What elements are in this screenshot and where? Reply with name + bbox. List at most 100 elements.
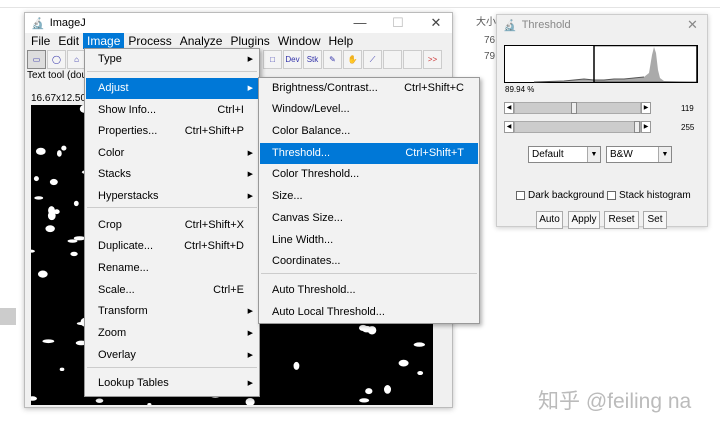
menu-item-label: Color (98, 147, 125, 159)
menu-separator (261, 273, 477, 274)
menu-item-stacks[interactable]: Stacks ▶ (86, 164, 258, 185)
max-threshold-value: 255 (681, 123, 695, 132)
dev-button[interactable]: Dev (283, 49, 302, 69)
menu-analyze[interactable]: Analyze (176, 33, 227, 49)
dropper-icon[interactable]: ⟋ (363, 49, 382, 69)
menu-item-color-balance[interactable]: Color Balance... (260, 121, 478, 142)
min-left-arrow[interactable]: ◀ (504, 102, 514, 114)
menu-process[interactable]: Process (124, 33, 175, 49)
max-left-arrow[interactable]: ◀ (504, 121, 514, 133)
shortcut-label: Ctrl+I (217, 104, 244, 116)
shortcut-label: Ctrl+Shift+T (405, 147, 464, 159)
checkbox-icon (516, 191, 525, 200)
menu-item-adjust[interactable]: Adjust ▶ (86, 78, 258, 99)
chevron-down-icon: ▼ (658, 147, 671, 162)
brush-icon[interactable]: ✎ (323, 49, 342, 69)
chevron-right-icon: ▶ (247, 150, 253, 157)
apply-button[interactable]: Apply (568, 211, 600, 229)
dark-background-checkbox[interactable]: Dark background (516, 190, 604, 201)
empty-tool[interactable] (383, 49, 402, 69)
menu-item-show-info[interactable]: Show Info... Ctrl+I (86, 100, 258, 121)
threshold-title-bar: 🔬 Threshold (503, 19, 571, 32)
cell-blob (56, 150, 62, 157)
menu-item-overlay[interactable]: Overlay ▶ (86, 345, 258, 366)
menu-item-transform[interactable]: Transform ▶ (86, 301, 258, 322)
title-bar: 🔬 ImageJ — ☐ ✕ (25, 13, 452, 33)
max-right-arrow[interactable]: ▶ (641, 121, 651, 133)
shortcut-label: Ctrl+E (213, 284, 244, 296)
image-menu: Type ▶ Adjust ▶ Show Info... Ctrl+I Properties… (84, 48, 260, 397)
cell-blob (45, 225, 55, 233)
menu-item-label: Scale... (98, 284, 135, 296)
hand-icon[interactable]: ✋ (343, 49, 362, 69)
close-button[interactable]: ✕ (421, 15, 451, 31)
menu-item-auto-threshold[interactable]: Auto Threshold... (260, 280, 478, 301)
oval-tool-icon[interactable]: ◯ (47, 49, 66, 69)
menu-item-label: Canvas Size... (272, 212, 343, 224)
menu-item-brightness-contrast[interactable]: Brightness/Contrast... Ctrl+Shift+C (260, 78, 478, 99)
threshold-window: 🔬 Threshold ✕ 89.94 % ◀ ▶ 119 ◀ ▶ 255 De… (496, 14, 708, 229)
microscope-icon: 🔬 (503, 20, 517, 32)
maximize-button[interactable]: ☐ (383, 15, 413, 31)
menu-plugins[interactable]: Plugins (226, 33, 273, 49)
menu-item-line-width[interactable]: Line Width... (260, 230, 478, 251)
adjust-submenu: Brightness/Contrast... Ctrl+Shift+C Window… (258, 77, 480, 324)
menu-item-label: Color Threshold... (272, 168, 360, 180)
divider (0, 7, 720, 8)
menu-item-label: Threshold... (272, 147, 331, 159)
cell-blob (35, 147, 46, 155)
menu-item-window-level[interactable]: Window/Level... (260, 99, 478, 120)
menu-item-rename[interactable]: Rename... (86, 258, 258, 279)
menu-item-coordinates[interactable]: Coordinates... (260, 251, 478, 272)
menu-separator (87, 367, 257, 368)
reset-button[interactable]: Reset (604, 211, 639, 229)
watermark: 知乎 @feiling na (538, 390, 692, 413)
auto-button[interactable]: Auto (536, 211, 563, 229)
menu-item-label: Rename... (98, 262, 149, 274)
cell-blob (398, 359, 409, 367)
menu-help[interactable]: Help (325, 33, 358, 49)
stack-histogram-checkbox[interactable]: Stack histogram (607, 190, 691, 201)
menu-item-duplicate[interactable]: Duplicate... Ctrl+Shift+D (86, 236, 258, 257)
menu-item-zoom[interactable]: Zoom ▶ (86, 323, 258, 344)
menu-item-canvas-size[interactable]: Canvas Size... (260, 208, 478, 229)
close-button[interactable]: ✕ (687, 17, 698, 33)
cell-blob (49, 178, 58, 186)
menu-item-size[interactable]: Size... (260, 186, 478, 207)
stk-button[interactable]: Stk (303, 49, 322, 69)
color-picker-icon[interactable]: □ (263, 49, 282, 69)
cell-blob (359, 398, 370, 403)
menu-bar: File Edit Image Process Analyze Plugins … (25, 33, 452, 49)
column-header: 大小 (476, 17, 496, 28)
display-select[interactable]: B&W ▼ (606, 146, 672, 163)
menu-item-threshold[interactable]: Threshold... Ctrl+Shift+T (260, 143, 478, 164)
menu-item-label: Type (98, 53, 122, 65)
method-select[interactable]: Default ▼ (528, 146, 601, 163)
menu-item-properties[interactable]: Properties... Ctrl+Shift+P (86, 121, 258, 142)
menu-item-label: Transform (98, 305, 148, 317)
minimize-button[interactable]: — (345, 15, 375, 31)
min-threshold-slider[interactable] (514, 102, 641, 114)
menu-edit[interactable]: Edit (54, 33, 83, 49)
menu-item-hyperstacks[interactable]: Hyperstacks ▶ (86, 186, 258, 207)
cell-blob (67, 239, 78, 243)
menu-item-color-threshold[interactable]: Color Threshold... (260, 164, 478, 185)
menu-item-auto-local-threshold[interactable]: Auto Local Threshold... (260, 302, 478, 323)
menu-item-type[interactable]: Type ▶ (86, 49, 258, 70)
menu-item-crop[interactable]: Crop Ctrl+Shift+X (86, 215, 258, 236)
cell-blob (383, 385, 392, 394)
max-threshold-slider[interactable] (514, 121, 641, 133)
more-tools-button[interactable]: >> (423, 49, 442, 69)
set-button[interactable]: Set (643, 211, 667, 229)
menu-window[interactable]: Window (274, 33, 325, 49)
empty-tool[interactable] (403, 49, 422, 69)
menu-item-label: Adjust (98, 82, 129, 94)
menu-item-color[interactable]: Color ▶ (86, 143, 258, 164)
min-right-arrow[interactable]: ▶ (641, 102, 651, 114)
menu-image[interactable]: Image (83, 33, 125, 49)
rectangle-tool-icon[interactable]: ▭ (27, 49, 46, 69)
menu-item-lookup-tables[interactable]: Lookup Tables ▶ (86, 373, 258, 394)
menu-item-scale[interactable]: Scale... Ctrl+E (86, 280, 258, 301)
menu-file[interactable]: File (27, 33, 54, 49)
cell-blob (37, 270, 48, 278)
